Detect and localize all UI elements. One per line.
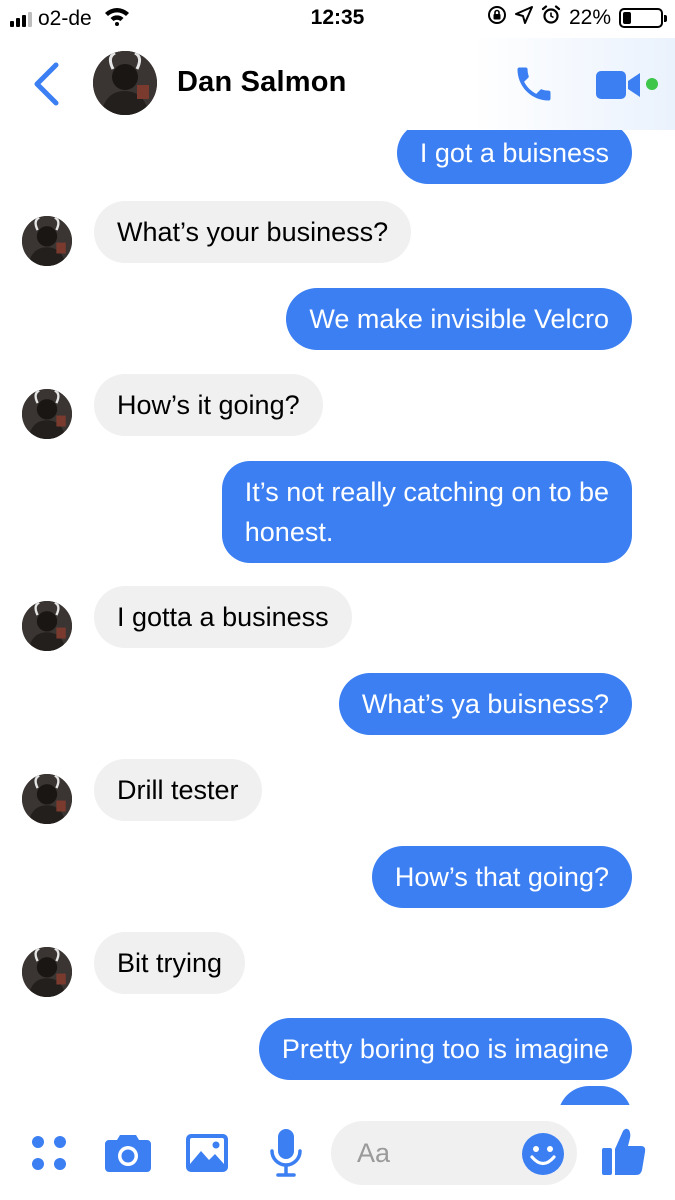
signal-strength-icon — [10, 11, 32, 27]
status-left: o2-de — [10, 6, 130, 32]
message-text: What’s ya buisness? — [361, 689, 609, 719]
message-bubble-outgoing[interactable]: How’s that going? — [371, 846, 632, 908]
camera-icon — [105, 1135, 151, 1172]
message-text-line: honest. — [244, 517, 334, 547]
voice-call-button[interactable] — [510, 60, 558, 108]
back-button[interactable] — [26, 58, 66, 110]
online-status-dot — [646, 78, 658, 90]
message-composer[interactable] — [331, 1121, 577, 1185]
camera-button[interactable] — [102, 1130, 154, 1176]
message-bubble-incoming[interactable]: Drill tester — [94, 759, 262, 821]
message-text: Pretty boring too is imagine — [281, 1034, 609, 1064]
like-button[interactable] — [599, 1125, 649, 1179]
microphone-icon — [270, 1129, 302, 1177]
thumbs-up-icon — [602, 1128, 646, 1175]
wifi-icon — [104, 6, 130, 32]
message-bubble-incoming[interactable]: How’s it going? — [94, 374, 323, 436]
sender-avatar[interactable] — [22, 774, 72, 824]
composer-toolbar — [0, 1105, 675, 1200]
message-bubble-incoming[interactable]: I gotta a business — [94, 586, 352, 648]
more-apps-button[interactable] — [26, 1130, 72, 1176]
apps-grid-icon — [32, 1136, 66, 1170]
phone-icon — [517, 67, 551, 101]
message-bubble-incoming[interactable]: Bit trying — [94, 932, 246, 994]
video-call-button[interactable] — [596, 67, 658, 103]
emoji-button[interactable] — [521, 1132, 565, 1176]
message-bubble-outgoing[interactable]: I got a buisness — [396, 130, 632, 184]
status-right: 22% — [487, 5, 667, 31]
voice-message-button[interactable] — [264, 1127, 308, 1179]
message-bubble-incoming[interactable]: What’s your business? — [94, 201, 412, 263]
gallery-button[interactable] — [183, 1130, 231, 1176]
contact-name[interactable]: Dan Salmon — [177, 66, 347, 99]
message-text: We make invisible Velcro — [309, 304, 609, 334]
message-bubble-outgoing[interactable]: What’s ya buisness? — [338, 673, 632, 735]
message-text: How’s it going? — [117, 390, 300, 420]
orientation-lock-icon — [487, 5, 507, 31]
contact-avatar[interactable] — [93, 51, 157, 115]
message-text: Drill tester — [117, 775, 239, 805]
sender-avatar[interactable] — [22, 216, 72, 266]
message-bubble-outgoing[interactable]: We make invisible Velcro — [286, 288, 632, 350]
message-input[interactable] — [357, 1133, 517, 1173]
message-bubble-outgoing-partial[interactable] — [558, 1086, 632, 1105]
battery-level — [623, 12, 631, 24]
emoji-icon — [522, 1133, 564, 1175]
message-text: What’s your business? — [117, 217, 389, 247]
back-chevron-icon — [34, 62, 59, 106]
message-text-line: It’s not really catching on to be — [244, 477, 609, 507]
sender-avatar[interactable] — [22, 947, 72, 997]
alarm-icon — [541, 5, 561, 31]
battery-icon — [619, 8, 667, 28]
carrier-name: o2-de — [38, 7, 92, 30]
video-camera-icon — [596, 71, 640, 99]
message-bubble-outgoing[interactable]: It’s not really catching on to be honest… — [221, 461, 632, 563]
message-text: I gotta a business — [117, 602, 329, 632]
battery-percent: 22% — [568, 6, 611, 29]
conversation-header: Dan Salmon — [0, 38, 675, 130]
sender-avatar[interactable] — [22, 601, 72, 651]
message-list[interactable]: I got a buisness What’s your business? W… — [0, 130, 675, 1105]
message-text: I got a buisness — [419, 138, 609, 168]
location-icon — [514, 6, 533, 30]
message-text: Bit trying — [117, 948, 223, 978]
sender-avatar[interactable] — [22, 389, 72, 439]
message-bubble-outgoing[interactable]: Pretty boring too is imagine — [258, 1018, 632, 1080]
message-text: How’s that going? — [394, 862, 609, 892]
status-bar: o2-de 12:35 22% — [0, 0, 675, 38]
gallery-icon — [186, 1134, 228, 1172]
